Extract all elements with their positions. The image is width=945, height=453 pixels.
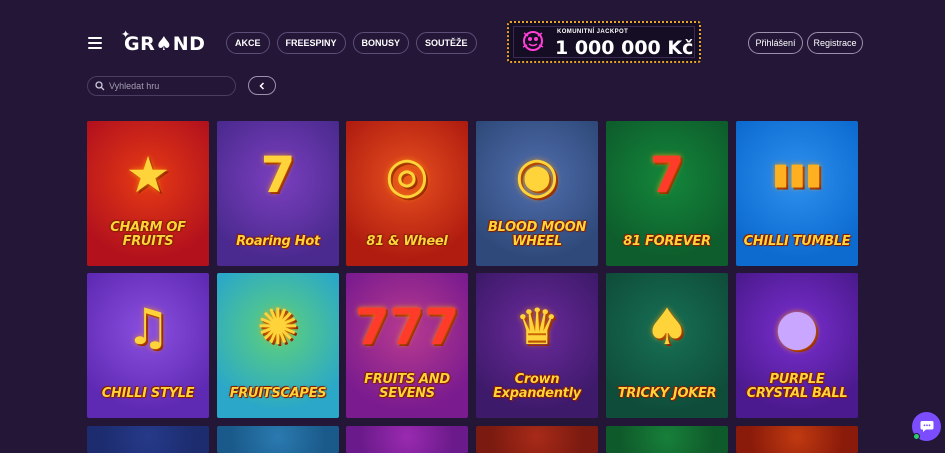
game-title: FRUITSCAPES <box>229 386 327 401</box>
nav-freespiny[interactable]: FREESPINY <box>276 32 346 54</box>
jackpot-mascot-icon <box>522 31 544 51</box>
chat-icon <box>920 421 933 432</box>
game-art <box>217 426 339 453</box>
search-box[interactable] <box>87 76 236 96</box>
game-tile[interactable]: ◎ 81 & Wheel <box>346 121 468 266</box>
game-art <box>476 426 598 453</box>
game-tile[interactable]: ♠ TRICKY JOKER <box>606 273 728 418</box>
game-title: PURPLE CRYSTAL BALL <box>746 372 848 401</box>
game-tile[interactable]: ♫ CHILLI STYLE <box>87 273 209 418</box>
game-title: Crown Expandently <box>493 372 581 401</box>
game-tile[interactable] <box>476 426 598 453</box>
game-title: 81 FOREVER <box>623 234 711 249</box>
game-art <box>346 426 468 453</box>
game-title: CHILLI TUMBLE <box>743 234 851 249</box>
game-title: BLOOD MOON WHEEL <box>487 220 587 249</box>
game-tile[interactable]: ▮▮▮ CHILLI TUMBLE <box>736 121 858 266</box>
game-title: 81 & Wheel <box>366 234 448 249</box>
game-tile[interactable] <box>217 426 339 453</box>
jackpot-value: 1 000 000 Kč <box>555 37 694 59</box>
back-button[interactable] <box>248 76 276 95</box>
nav-souteze[interactable]: SOUTĚŽE <box>416 32 477 54</box>
game-art <box>736 426 858 453</box>
site-header: ✦ GR♠ND AKCE FREESPINY BONUSY SOUTĚŽE KO… <box>0 0 945 70</box>
chat-button[interactable] <box>912 412 941 441</box>
search-input[interactable] <box>109 81 229 91</box>
login-button[interactable]: Přihlášení <box>748 32 803 54</box>
game-art <box>606 426 728 453</box>
logo[interactable]: ✦ GR♠ND <box>121 28 206 55</box>
game-tile[interactable]: ✺ FRUITSCAPES <box>217 273 339 418</box>
game-tile[interactable]: ★ CHARM OF FRUITS <box>87 121 209 266</box>
search-icon <box>95 81 105 91</box>
nav-bonusy[interactable]: BONUSY <box>352 32 410 54</box>
game-art <box>87 426 209 453</box>
chevron-left-icon <box>259 81 265 90</box>
jackpot-label: KOMUNITNÍ JACKPOT <box>557 29 629 35</box>
online-status-dot <box>913 433 920 440</box>
menu-icon[interactable] <box>88 37 102 49</box>
game-tile[interactable] <box>736 426 858 453</box>
jackpot-banner[interactable]: KOMUNITNÍ JACKPOT 1 000 000 Kč <box>507 21 701 63</box>
game-title: CHARM OF FRUITS <box>110 220 186 249</box>
game-tile[interactable] <box>87 426 209 453</box>
game-tile[interactable]: ♛ Crown Expandently <box>476 273 598 418</box>
main-nav: AKCE FREESPINY BONUSY SOUTĚŽE <box>226 32 477 54</box>
game-tile[interactable]: 7 81 FOREVER <box>606 121 728 266</box>
game-tile[interactable] <box>606 426 728 453</box>
nav-akce[interactable]: AKCE <box>226 32 270 54</box>
game-tile[interactable]: ● PURPLE CRYSTAL BALL <box>736 273 858 418</box>
game-title: FRUITS AND SEVENS <box>364 372 450 401</box>
game-tile[interactable]: 7 Roaring Hot <box>217 121 339 266</box>
game-tile[interactable]: 777 FRUITS AND SEVENS <box>346 273 468 418</box>
register-button[interactable]: Registrace <box>807 32 863 54</box>
game-tile[interactable]: ◉ BLOOD MOON WHEEL <box>476 121 598 266</box>
game-title: CHILLI STYLE <box>101 386 195 401</box>
game-tile[interactable] <box>346 426 468 453</box>
sparkle-icon: ✦ <box>121 28 131 41</box>
logo-text: GR♠ND <box>124 33 206 55</box>
game-title: Roaring Hot <box>236 234 320 249</box>
game-title: TRICKY JOKER <box>617 386 717 401</box>
